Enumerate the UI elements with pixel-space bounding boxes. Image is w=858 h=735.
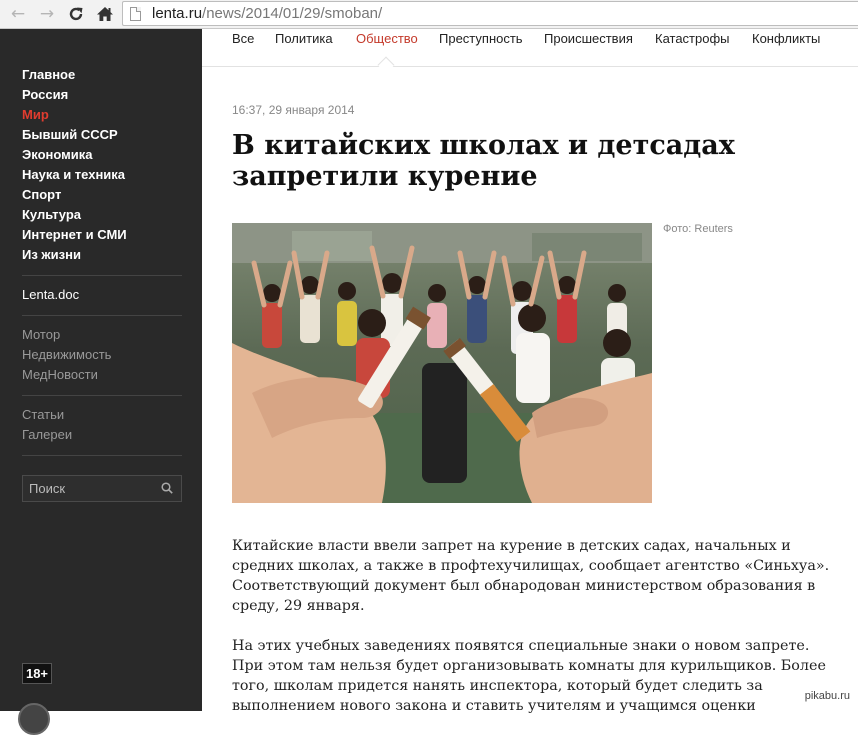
sidebar-item[interactable]: Lenta.doc (22, 285, 182, 305)
photo-credit: Фото: Reuters (663, 223, 733, 235)
sidebar-divider (22, 315, 182, 316)
sidebar-item[interactable]: Галереи (22, 425, 182, 445)
nav-tab[interactable]: Преступность (439, 31, 523, 46)
nav-tab[interactable]: Происшествия (544, 31, 633, 46)
sidebar-search (22, 475, 182, 502)
sidebar-extra-section: Статьи Галереи (22, 405, 182, 445)
article-paragraph: Китайские власти ввели запрет на курение… (232, 538, 830, 614)
sidebar-item[interactable]: Недвижимость (22, 345, 182, 365)
nav-tab[interactable]: Конфликты (752, 31, 820, 46)
sidebar-divider (22, 455, 182, 456)
sidebar-item[interactable]: Статьи (22, 405, 182, 425)
sidebar-divider (22, 275, 182, 276)
reload-icon[interactable] (66, 4, 86, 24)
sidebar-item[interactable]: Россия (22, 85, 182, 105)
search-input[interactable] (23, 476, 153, 501)
sidebar-doc-section: Lenta.doc (22, 285, 182, 305)
article-timestamp: 16:37, 29 января 2014 (232, 103, 355, 117)
watermark: pikabu.ru (802, 690, 852, 702)
home-icon[interactable] (95, 4, 115, 24)
sidebar-item[interactable]: Из жизни (22, 245, 182, 265)
sidebar-divider (22, 395, 182, 396)
sidebar-item[interactable]: Бывший СССР (22, 125, 182, 145)
address-bar[interactable]: lenta.ru/news/2014/01/29/smoban/ (122, 1, 858, 26)
page-icon (130, 7, 141, 21)
nav-tab[interactable]: Катастрофы (655, 31, 730, 46)
sidebar-partner-section: Мотор Недвижимость МедНовости (22, 325, 182, 385)
sidebar-item[interactable]: Главное (22, 65, 182, 85)
age-rating-badge: 18+ (22, 663, 52, 684)
address-url[interactable]: lenta.ru/news/2014/01/29/smoban/ (152, 5, 382, 22)
article-photo[interactable] (232, 223, 652, 503)
article-title: В китайских школах и детсадах запретили … (232, 130, 792, 192)
nav-tab[interactable]: Политика (275, 31, 333, 46)
nav-tab[interactable]: Все (232, 31, 254, 46)
sidebar-item[interactable]: Мотор (22, 325, 182, 345)
category-nav: Все Политика Общество Преступность Происшест… (202, 29, 858, 74)
article-title-line2: запретили курение (232, 161, 538, 192)
sidebar-logo-circle (18, 703, 50, 735)
sidebar-item[interactable]: Экономика (22, 145, 182, 165)
active-tab-pointer (377, 56, 395, 74)
nav-tab[interactable]: Общество (356, 31, 418, 46)
sidebar-item[interactable]: Интернет и СМИ (22, 225, 182, 245)
article-paragraph: На этих учебных заведениях появятся спец… (232, 638, 826, 714)
sidebar: Главное Россия Мир Бывший СССР Экономика Наук… (0, 29, 202, 735)
sidebar-item[interactable]: МедНовости (22, 365, 182, 385)
url-domain: lenta.ru (152, 5, 203, 22)
sidebar-item[interactable]: Культура (22, 205, 182, 225)
sidebar-item[interactable]: Наука и техника (22, 165, 182, 185)
photo-children-breaking-cigarette (232, 223, 652, 503)
back-arrow-icon[interactable]: ← (8, 4, 28, 24)
url-path: /news/2014/01/29/smoban/ (202, 5, 383, 22)
sidebar-main-section: Главное Россия Мир Бывший СССР Экономика Наук… (22, 65, 182, 265)
sidebar-item[interactable]: Спорт (22, 185, 182, 205)
sidebar-item[interactable]: Мир (22, 105, 182, 125)
article-title-line1: В китайских школах и детсадах (232, 130, 735, 161)
forward-arrow-icon[interactable]: → (37, 4, 57, 24)
search-icon[interactable] (161, 482, 173, 494)
browser-toolbar: ← → lenta.ru/news/2014/01/29/smoban/ (0, 0, 858, 29)
